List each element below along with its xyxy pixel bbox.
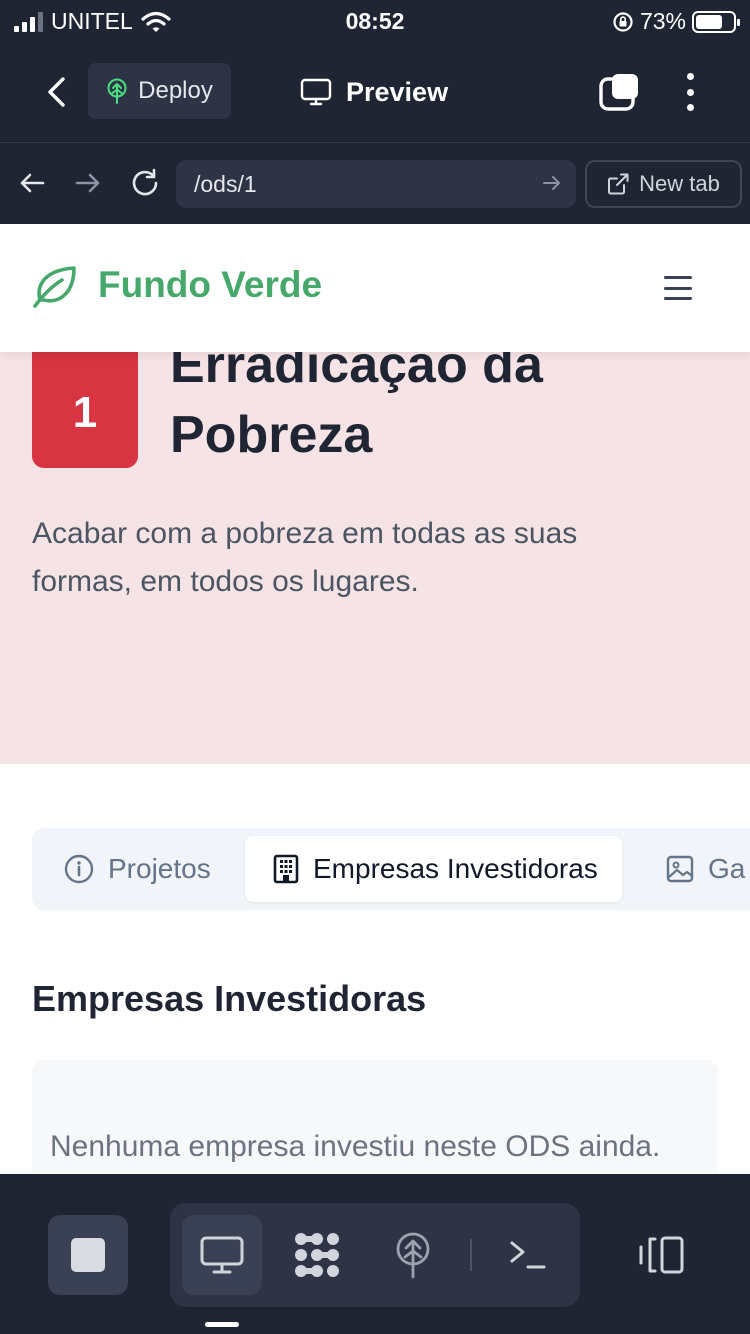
terminal-view-button[interactable] xyxy=(488,1215,568,1295)
toolbar-separator xyxy=(470,1239,472,1271)
deploy-tree-icon xyxy=(107,78,127,104)
monitor-icon xyxy=(200,1236,244,1274)
tab-label: Projetos xyxy=(108,853,211,884)
rotation-lock-icon xyxy=(613,11,633,32)
back-button[interactable] xyxy=(36,70,76,114)
empty-state-card: Nenhuma empresa investiu neste ODS ainda… xyxy=(32,1060,718,1174)
site-header: Fundo Verde xyxy=(0,224,750,352)
apps-view-button[interactable] xyxy=(277,1215,357,1295)
tabs-icon xyxy=(599,74,638,111)
tab-label: Ga xyxy=(708,853,746,884)
ods-number-badge: 1 xyxy=(32,352,138,468)
battery-icon xyxy=(692,10,740,33)
deploy-label: Deploy xyxy=(138,77,213,104)
ods-tabs: Projetos Empresas Investidoras Ga xyxy=(32,828,750,910)
dot xyxy=(686,73,694,80)
arrow-right-icon xyxy=(75,173,100,193)
dot xyxy=(686,88,694,96)
preview-title: Preview xyxy=(300,70,448,114)
status-bar: UNITEL 08:52 73% xyxy=(0,0,750,42)
menu-line xyxy=(664,286,692,290)
preview-label: Preview xyxy=(346,76,449,107)
info-icon xyxy=(64,854,94,884)
menu-line xyxy=(664,276,692,279)
browser-url-bar: /ods/1 New tab xyxy=(0,142,750,224)
browser-back-button[interactable] xyxy=(14,165,50,201)
view-switcher xyxy=(170,1203,580,1307)
reload-button[interactable] xyxy=(127,165,163,201)
leaf-icon xyxy=(33,266,76,308)
tab-label: Empresas Investidoras xyxy=(313,853,598,884)
image-icon xyxy=(666,855,694,883)
deploy-button[interactable]: Deploy xyxy=(88,63,231,119)
empty-state-message: Nenhuma empresa investiu neste ODS ainda… xyxy=(50,1130,661,1163)
url-input[interactable]: /ods/1 xyxy=(176,160,576,208)
chevron-left-icon xyxy=(48,77,65,107)
battery-percent: 73% xyxy=(639,8,686,34)
menu-button[interactable] xyxy=(664,276,692,300)
site-name: Fundo Verde xyxy=(98,264,323,305)
panel-toggle-button[interactable] xyxy=(630,1223,694,1287)
go-arrow-icon[interactable] xyxy=(542,173,562,193)
app-top-bar: Deploy Preview xyxy=(0,42,750,142)
more-options-button[interactable] xyxy=(676,70,704,114)
external-link-icon xyxy=(608,173,629,195)
stop-button[interactable] xyxy=(48,1215,128,1295)
tab-projetos[interactable]: Projetos xyxy=(64,836,211,902)
web-preview: Fundo Verde 1 Erradicação da Pobreza Aca… xyxy=(0,224,750,1174)
browser-forward-button[interactable] xyxy=(70,165,106,201)
new-tab-button[interactable]: New tab xyxy=(585,160,742,208)
tab-empresas-investidoras[interactable]: Empresas Investidoras xyxy=(245,836,622,902)
bottom-toolbar xyxy=(0,1174,750,1334)
tabs-switcher-button[interactable] xyxy=(598,72,640,112)
url-text: /ods/1 xyxy=(194,170,257,197)
arrow-left-icon xyxy=(20,173,45,193)
dot xyxy=(686,104,694,111)
panel-toggle-icon xyxy=(639,1236,684,1274)
apps-grid-icon xyxy=(295,1233,339,1277)
section-title: Empresas Investidoras xyxy=(32,978,427,1019)
deploy-view-button[interactable] xyxy=(373,1215,453,1295)
monitor-icon xyxy=(300,78,332,106)
terminal-icon xyxy=(510,1241,546,1269)
tab-galeria[interactable]: Ga xyxy=(666,836,745,902)
ods-description: Acabar com a pobreza em todas as suas fo… xyxy=(32,517,578,598)
ods-hero: 1 Erradicação da Pobreza Acabar com a po… xyxy=(0,336,750,764)
active-tab-indicator xyxy=(205,1322,239,1327)
site-logo[interactable]: Fundo Verde xyxy=(32,262,322,308)
menu-line xyxy=(664,297,692,300)
status-right: 73% xyxy=(612,8,740,35)
deploy-tree-icon xyxy=(396,1232,430,1279)
reload-icon xyxy=(132,168,158,196)
stop-icon xyxy=(71,1238,105,1272)
new-tab-label: New tab xyxy=(639,171,720,196)
building-icon xyxy=(273,854,299,884)
preview-view-button[interactable] xyxy=(182,1215,262,1295)
